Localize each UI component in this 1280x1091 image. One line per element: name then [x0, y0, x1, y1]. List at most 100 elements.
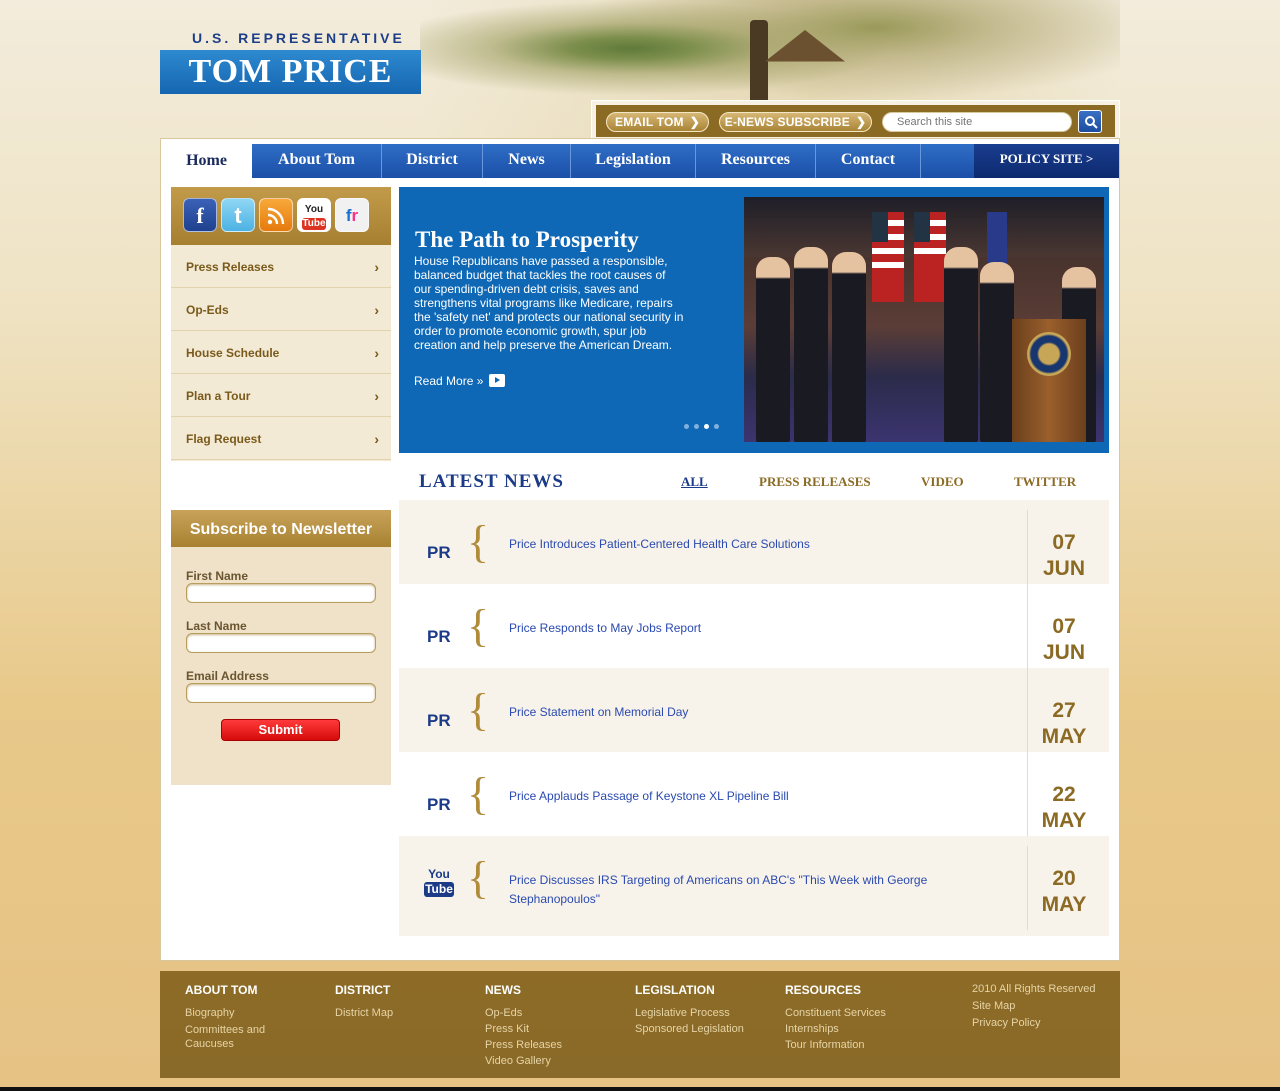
footer-column-news: NEWS Op-Eds Press Kit Press Releases Vid…: [485, 983, 562, 1069]
submit-button[interactable]: Submit: [221, 719, 340, 741]
slider-dot[interactable]: [704, 424, 709, 429]
read-more-label: Read More »: [414, 374, 484, 388]
rss-icon[interactable]: [259, 198, 293, 232]
site-map-link[interactable]: Site Map: [972, 998, 1096, 1015]
footer-link[interactable]: Video Gallery: [485, 1053, 562, 1069]
youtube-you: You: [428, 867, 450, 881]
news-link[interactable]: Price Introduces Patient-Centered Health…: [509, 535, 979, 554]
play-icon: [489, 374, 506, 387]
footer-link[interactable]: Internships: [785, 1021, 886, 1037]
press-release-tag: PR: [427, 543, 451, 562]
news-link[interactable]: Price Applauds Passage of Keystone XL Pi…: [509, 787, 979, 806]
youtube-icon[interactable]: You Tube: [297, 198, 331, 232]
last-name-label: Last Name: [186, 619, 247, 633]
slider-dot[interactable]: [694, 424, 699, 429]
youtube-icon: You Tube: [424, 868, 454, 897]
news-month: MAY: [1041, 893, 1087, 916]
sidebar-item-press-releases[interactable]: Press Releases ›: [171, 245, 391, 288]
tab-all[interactable]: ALL: [681, 474, 708, 490]
nav-bar: About Tom District News Legislation Reso…: [252, 144, 974, 178]
news-month: JUN: [1042, 641, 1085, 664]
footer-link[interactable]: Press Releases: [485, 1037, 562, 1053]
first-name-field[interactable]: [186, 583, 376, 603]
hero-title[interactable]: The Path to Prosperity: [415, 227, 639, 253]
footer-link[interactable]: Constituent Services: [785, 1005, 886, 1021]
read-more-link[interactable]: Read More »: [414, 372, 506, 388]
sidebar-item-house-schedule[interactable]: House Schedule ›: [171, 331, 391, 374]
search-input[interactable]: [882, 112, 1072, 132]
hero-photo[interactable]: [744, 197, 1104, 442]
email-tom-button[interactable]: EMAIL TOM ❯: [606, 112, 709, 132]
chevron-right-icon: ›: [374, 302, 379, 318]
facebook-icon[interactable]: f: [183, 198, 217, 232]
footer-link[interactable]: Committees and Caucuses: [185, 1023, 285, 1051]
youtube-tube: Tube: [424, 882, 454, 897]
youtube-you: You: [304, 204, 324, 215]
sidebar-item-plan-a-tour[interactable]: Plan a Tour ›: [171, 374, 391, 417]
social-links: ft You Tube fr: [171, 187, 391, 245]
sidebar-item-flag-request[interactable]: Flag Request ›: [171, 417, 391, 460]
newsletter-title: Subscribe to Newsletter: [171, 510, 391, 547]
news-date: 27 MAY: [1029, 698, 1099, 750]
logo-title: TOM PRICE: [160, 50, 421, 94]
news-link[interactable]: Price Statement on Memorial Day: [509, 703, 979, 722]
email-field[interactable]: [186, 683, 376, 703]
footer-link[interactable]: Legislative Process: [635, 1005, 744, 1021]
flickr-icon[interactable]: fr: [335, 198, 369, 232]
divider: [1027, 510, 1028, 594]
twitter-icon[interactable]: t: [221, 198, 255, 232]
news-date: 07 JUN: [1029, 530, 1099, 582]
footer-link[interactable]: Sponsored Legislation: [635, 1021, 744, 1037]
footer-link[interactable]: Op-Eds: [485, 1005, 562, 1021]
sidebar-item-op-eds[interactable]: Op-Eds ›: [171, 288, 391, 331]
chevron-right-icon: ›: [374, 345, 379, 361]
site-footer: ABOUT TOM Biography Committees and Caucu…: [160, 971, 1120, 1078]
slider-dots: [684, 416, 724, 434]
policy-site-link[interactable]: POLICY SITE >: [974, 144, 1119, 178]
privacy-policy-link[interactable]: Privacy Policy: [972, 1015, 1096, 1032]
tab-twitter[interactable]: TWITTER: [1014, 474, 1076, 490]
footer-heading: RESOURCES: [785, 983, 862, 997]
news-row: PR { Price Applauds Passage of Keystone …: [399, 752, 1109, 836]
slider-dot[interactable]: [684, 424, 689, 429]
slider-dot[interactable]: [714, 424, 719, 429]
news-row: PR { Price Statement on Memorial Day 27 M…: [399, 668, 1109, 752]
tab-press-releases[interactable]: PRESS RELEASES: [759, 474, 871, 490]
footer-link[interactable]: Tour Information: [785, 1037, 886, 1053]
nav-resources[interactable]: Resources: [696, 144, 816, 178]
nav-news[interactable]: News: [483, 144, 571, 178]
news-link[interactable]: Price Discusses IRS Targeting of America…: [509, 871, 979, 909]
footer-link[interactable]: District Map: [335, 1005, 393, 1021]
enews-subscribe-button[interactable]: E-NEWS SUBSCRIBE ❯: [719, 112, 872, 132]
nav-about-tom[interactable]: About Tom: [252, 144, 382, 178]
sidebar-item-label: House Schedule: [186, 346, 280, 360]
footer-link[interactable]: Biography: [185, 1005, 285, 1021]
news-row: You Tube { Price Discusses IRS Targeting …: [399, 836, 1109, 936]
nav-contact[interactable]: Contact: [816, 144, 921, 178]
sidebar-menu: Press Releases › Op-Eds › House Schedule › …: [171, 245, 391, 461]
footer-column-about-tom: ABOUT TOM Biography Committees and Caucu…: [185, 983, 285, 1051]
divider: [1027, 668, 1028, 752]
tab-video[interactable]: VIDEO: [921, 474, 964, 490]
news-link[interactable]: Price Responds to May Jobs Report: [509, 619, 979, 638]
chevron-right-icon: ›: [374, 431, 379, 447]
nav-home[interactable]: Home: [161, 144, 252, 178]
person-image: [832, 252, 866, 442]
footer-heading: DISTRICT: [335, 983, 391, 997]
us-flag-image: [872, 212, 904, 302]
nav-legislation[interactable]: Legislation: [571, 144, 696, 178]
site-logo[interactable]: U.S. REPRESENTATIVE TOM PRICE: [160, 30, 421, 94]
nav-district[interactable]: District: [382, 144, 483, 178]
main-nav: Home About Tom District News Legislation…: [161, 144, 1119, 178]
footer-heading: NEWS: [485, 983, 521, 997]
person-image: [794, 247, 828, 442]
page-bottom-bar: [0, 1087, 1280, 1091]
search-button[interactable]: [1078, 110, 1102, 133]
chevron-right-icon: ›: [374, 388, 379, 404]
last-name-field[interactable]: [186, 633, 376, 653]
brace-icon: {: [467, 768, 490, 819]
news-month: JUN: [1042, 557, 1085, 580]
chevron-right-icon: ❯: [855, 115, 867, 129]
footer-link[interactable]: Press Kit: [485, 1021, 562, 1037]
person-image: [756, 257, 790, 442]
